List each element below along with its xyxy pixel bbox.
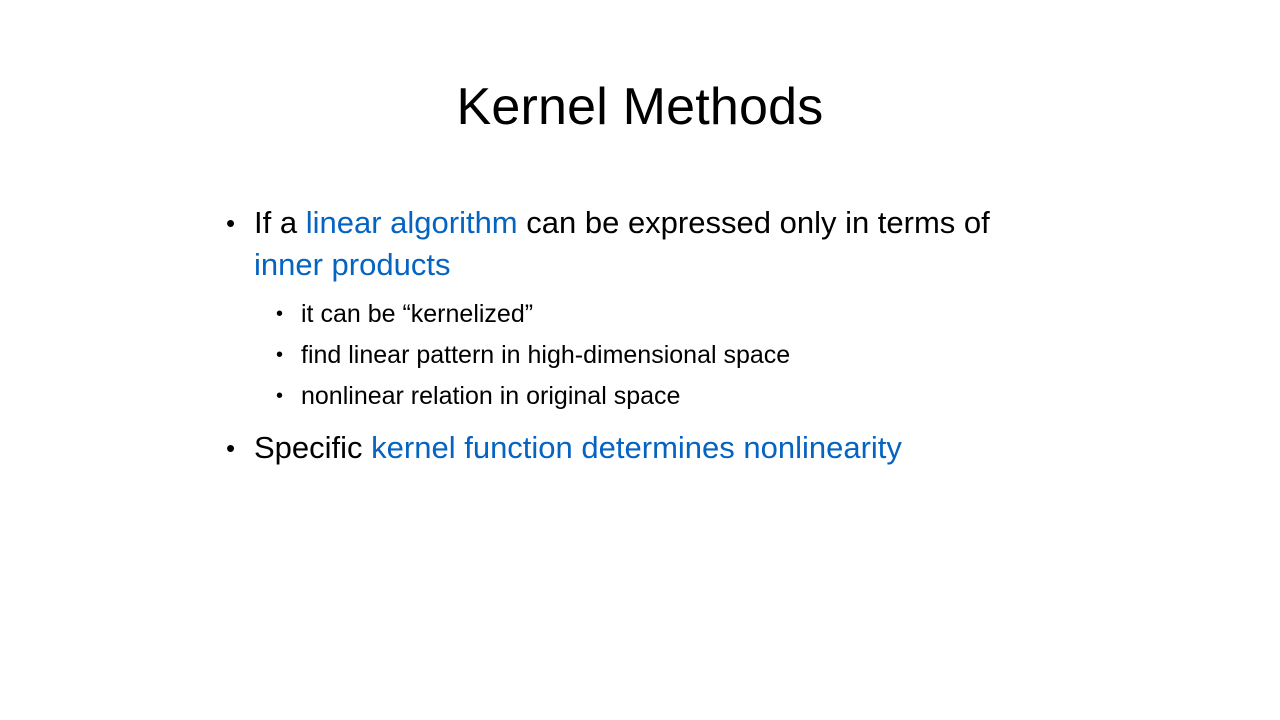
sub-bullet-dot-icon: • [276,303,284,325]
bullet-2-highlight: kernel function determines nonlinearity [371,430,902,465]
bullet-2-text-1: Specific [254,430,372,465]
bullet-dot-icon: • [226,208,236,238]
sub-bullet-text: it can be “kernelized” [301,300,534,328]
sub-bullet-nonlinear-relation: • nonlinear relation in original space [226,376,1046,417]
bullet-1-text-2: can be expressed only in terms of [517,205,990,240]
slide: Kernel Methods • If a linear algorithm c… [0,0,1280,720]
bullet-1-text-1: If a [254,205,306,240]
slide-title: Kernel Methods [456,78,824,136]
bullet-1-highlight-1: linear algorithm [305,205,518,240]
sub-bullet-kernelized: • it can be “kernelized” [226,294,1046,335]
sub-bullet-linear-pattern: • find linear pattern in high-dimensiona… [226,335,1046,376]
sub-bullet-dot-icon: • [276,344,284,366]
sub-bullet-text: find linear pattern in high-dimensional … [301,341,791,369]
bullet-dot-icon: • [226,433,236,463]
sub-bullet-text: nonlinear relation in original space [301,382,681,410]
slide-body: • If a linear algorithm can be expressed… [226,202,1046,469]
sub-bullet-dot-icon: • [276,385,284,407]
bullet-kernel-function: • Specific kernel function determines no… [226,427,1046,469]
bullet-1-highlight-2: inner products [254,247,451,282]
bullet-linear-algorithm: • If a linear algorithm can be expressed… [226,202,1046,286]
sub-bullet-list: • it can be “kernelized” • find linear p… [226,294,1046,417]
